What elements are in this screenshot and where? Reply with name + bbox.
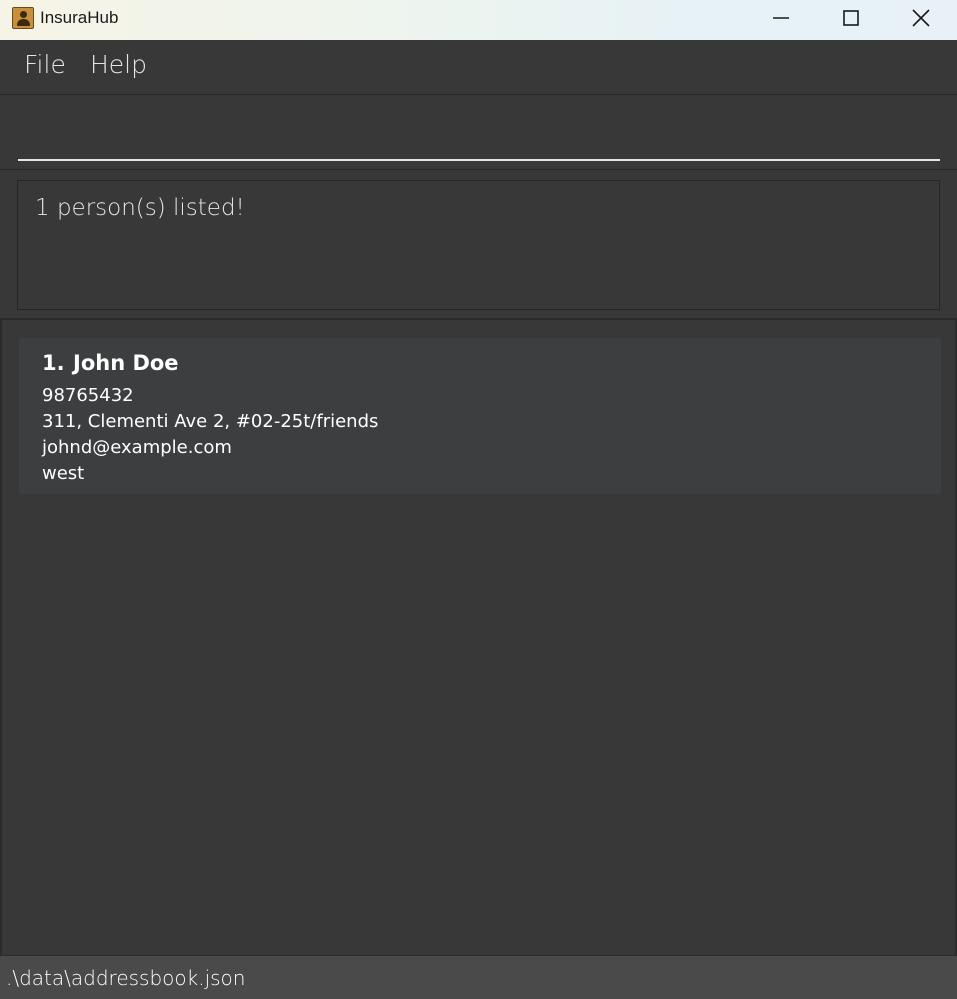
person-address: 311, Clementi Ave 2, #02-25t/friends xyxy=(42,411,379,432)
minimize-icon xyxy=(773,17,789,19)
person-email: johnd@example.com xyxy=(42,437,232,458)
result-message: 1 person(s) listed! xyxy=(35,195,245,221)
menu-help[interactable]: Help xyxy=(90,50,147,79)
minimize-button[interactable] xyxy=(746,0,816,36)
result-display-panel: 1 person(s) listed! xyxy=(0,170,957,320)
close-button[interactable] xyxy=(886,0,956,36)
command-box xyxy=(0,94,957,170)
command-input[interactable] xyxy=(18,113,940,161)
save-file-path: .\data\addressbook.json xyxy=(6,966,246,990)
person-index: 1. xyxy=(42,351,65,375)
list-item[interactable]: 1. John Doe 98765432 311, Clementi Ave 2… xyxy=(19,338,941,494)
title-bar[interactable]: InsuraHub xyxy=(0,0,957,40)
maximize-button[interactable] xyxy=(816,0,886,36)
person-list[interactable]: 1. John Doe 98765432 311, Clementi Ave 2… xyxy=(0,320,957,955)
menu-bar: File Help xyxy=(0,40,957,94)
status-bar: .\data\addressbook.json xyxy=(0,955,957,999)
result-display[interactable]: 1 person(s) listed! xyxy=(17,180,940,310)
maximize-icon xyxy=(843,10,859,26)
address-book-icon xyxy=(12,7,34,29)
close-icon xyxy=(912,9,930,27)
menu-file[interactable]: File xyxy=(24,50,66,79)
person-phone: 98765432 xyxy=(42,385,134,406)
person-tag: west xyxy=(42,463,85,484)
person-name: John Doe xyxy=(73,351,179,375)
window-title: InsuraHub xyxy=(40,8,119,27)
